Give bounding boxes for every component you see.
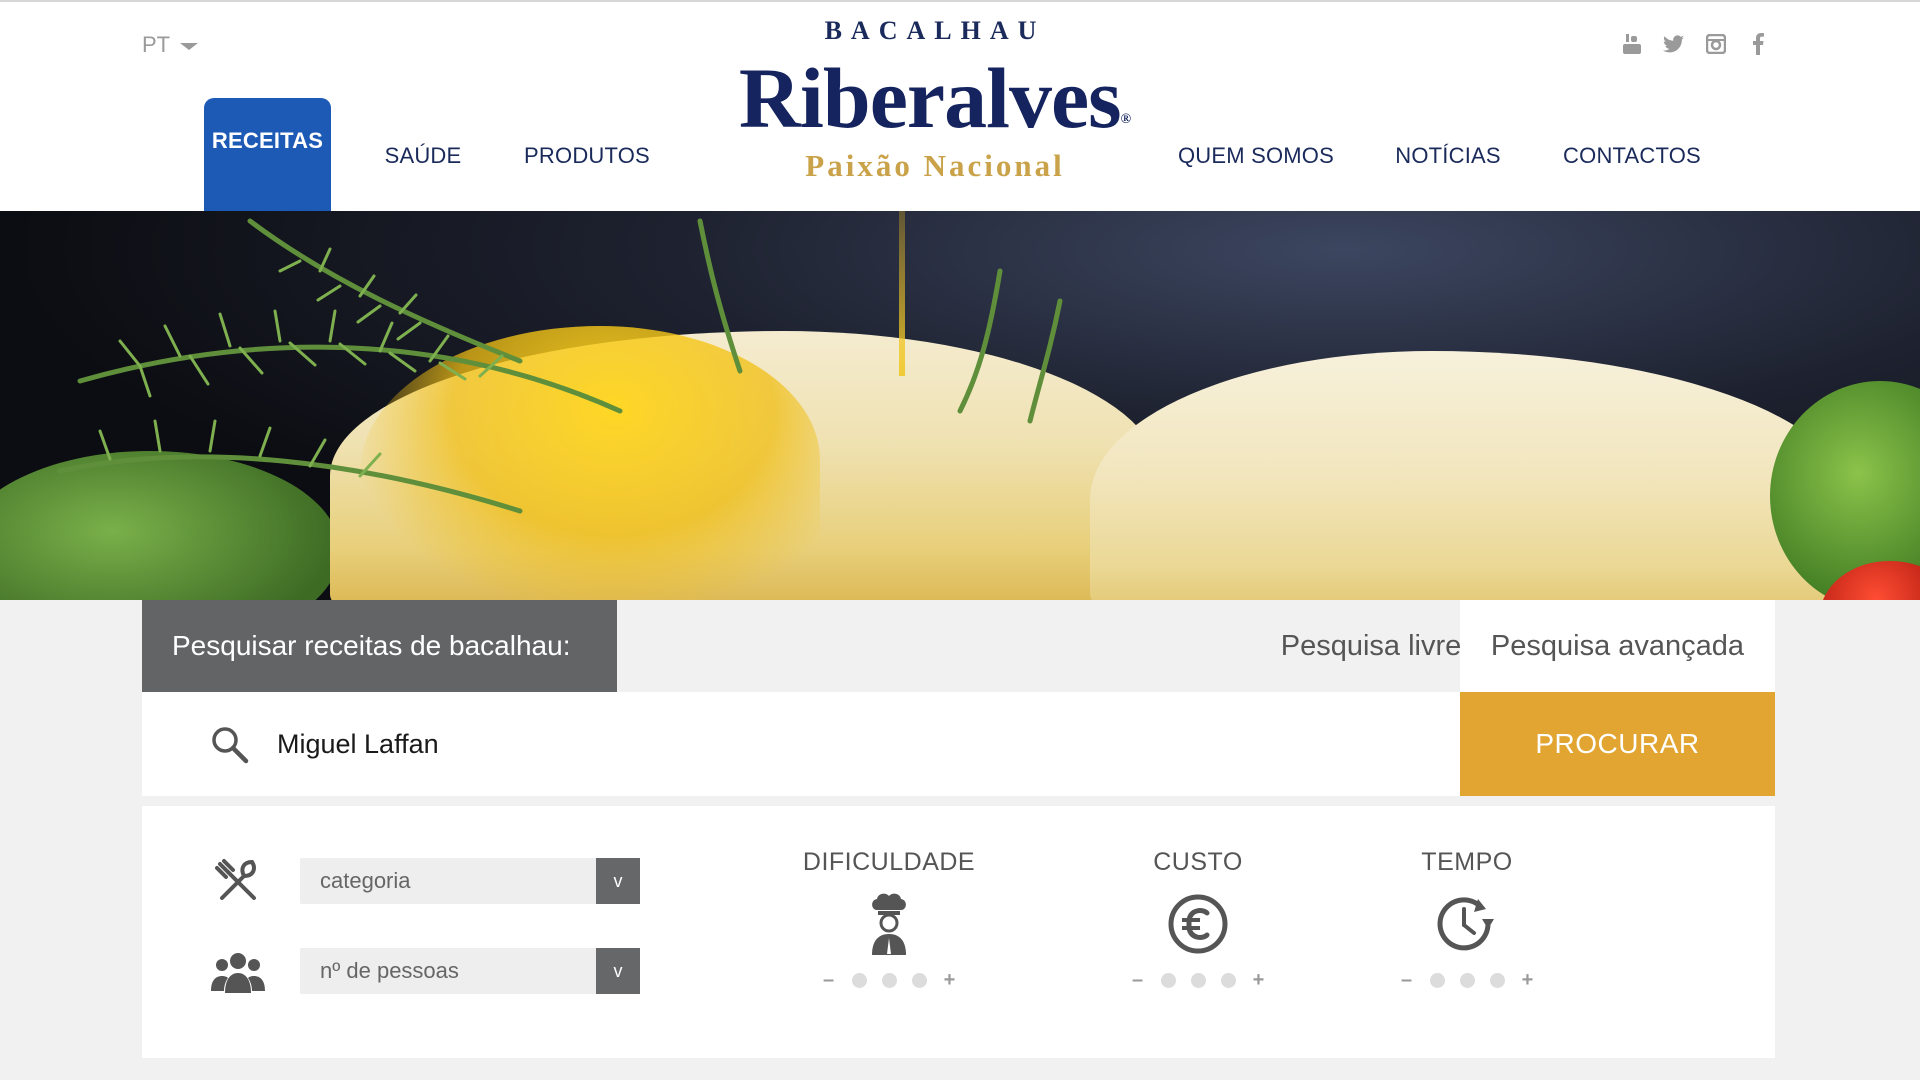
difficulty-dot-2[interactable] [881, 973, 897, 988]
logo-tagline: Paixão Nacional [805, 148, 1065, 183]
category-select[interactable]: categoria v [300, 858, 640, 904]
tab-advanced-search[interactable]: Pesquisa avançada [1460, 600, 1775, 692]
chevron-down-icon: v [596, 948, 640, 994]
facebook-icon[interactable] [1746, 32, 1770, 56]
euro-icon [1073, 885, 1323, 963]
chevron-down-icon [180, 43, 199, 50]
difficulty-dot-1[interactable] [851, 973, 867, 988]
difficulty-dot-3[interactable] [911, 973, 927, 988]
instagram-icon[interactable] [1704, 32, 1728, 56]
cost-dot-1[interactable] [1160, 973, 1176, 988]
search-input[interactable] [277, 714, 1277, 774]
people-select[interactable]: nº de pessoas v [300, 948, 640, 994]
search-button[interactable]: PROCURAR [1460, 692, 1775, 796]
difficulty-stepper: – + [764, 969, 1014, 992]
nav-label: QUEM SOMOS [1177, 142, 1334, 168]
cost-increase-button[interactable]: + [1251, 969, 1267, 992]
people-icon [210, 945, 266, 1001]
search-bar: PROCURAR [142, 692, 1775, 796]
advanced-filters: categoria v nº de pessoas v DIFICULDADE … [142, 806, 1775, 1058]
youtube-icon[interactable] [1620, 32, 1644, 56]
time-dot-3[interactable] [1489, 973, 1505, 988]
difficulty-meter: DIFICULDADE – + [764, 848, 1014, 992]
language-label: PT [142, 32, 171, 57]
difficulty-decrease-button[interactable]: – [821, 969, 837, 992]
cutlery-icon [210, 854, 266, 910]
chef-icon [764, 885, 1014, 963]
search-title: Pesquisar receitas de bacalhau: [142, 600, 617, 692]
nav-label: NOTÍCIAS [1395, 142, 1501, 168]
time-stepper: – + [1342, 969, 1592, 992]
nav-receitas[interactable]: RECEITAS [204, 98, 331, 213]
recipe-search-header: Pesquisar receitas de bacalhau: Pesquisa… [142, 600, 1775, 692]
nav-contactos[interactable]: CONTACTOS [1560, 98, 1704, 213]
social-links [1620, 32, 1770, 56]
nav-label: CONTACTOS [1563, 142, 1701, 168]
clock-icon [1342, 885, 1592, 963]
nav-produtos[interactable]: PRODUTOS [520, 98, 654, 213]
hero-banner-image [0, 211, 1920, 600]
cost-stepper: – + [1073, 969, 1323, 992]
time-decrease-button[interactable]: – [1399, 969, 1415, 992]
time-meter: TEMPO – + [1342, 848, 1592, 992]
nav-saude[interactable]: SAÚDE [370, 98, 476, 213]
twitter-icon[interactable] [1662, 32, 1686, 56]
cost-meter: CUSTO – + [1073, 848, 1323, 992]
nav-label: PRODUTOS [524, 142, 650, 168]
cost-label: CUSTO [1153, 848, 1243, 876]
category-select-value: categoria [320, 868, 411, 893]
logo-top-text: BACALHAU [824, 16, 1046, 45]
cost-dot-3[interactable] [1220, 973, 1236, 988]
cost-dot-2[interactable] [1190, 973, 1206, 988]
people-select-value: nº de pessoas [320, 958, 459, 983]
chevron-down-icon: v [596, 858, 640, 904]
rosemary-herbs [57, 218, 1063, 514]
difficulty-label: DIFICULDADE [802, 848, 976, 876]
time-label: TEMPO [1421, 848, 1513, 876]
search-icon [210, 725, 250, 770]
logo-brand-text: Riberalves® [675, 50, 1195, 146]
logo-brand-name: Riberalves [738, 50, 1122, 146]
time-dot-1[interactable] [1429, 973, 1445, 988]
difficulty-increase-button[interactable]: + [942, 969, 958, 992]
cod-piece-right [1090, 351, 1850, 600]
time-increase-button[interactable]: + [1520, 969, 1536, 992]
nav-label: RECEITAS [211, 127, 324, 153]
nav-noticias[interactable]: NOTÍCIAS [1392, 98, 1504, 213]
cost-decrease-button[interactable]: – [1130, 969, 1146, 992]
registered-mark: ® [1120, 112, 1132, 127]
nav-label: SAÚDE [384, 142, 462, 168]
time-dot-2[interactable] [1459, 973, 1475, 988]
nav-quem-somos[interactable]: QUEM SOMOS [1176, 98, 1336, 213]
site-header: PT RECEITAS SAÚDE PRODUTOS BACALHAU Ribe… [0, 0, 1920, 213]
brand-logo[interactable]: BACALHAU Riberalves® Paixão Nacional [675, 10, 1195, 205]
language-selector[interactable]: PT [142, 32, 199, 58]
